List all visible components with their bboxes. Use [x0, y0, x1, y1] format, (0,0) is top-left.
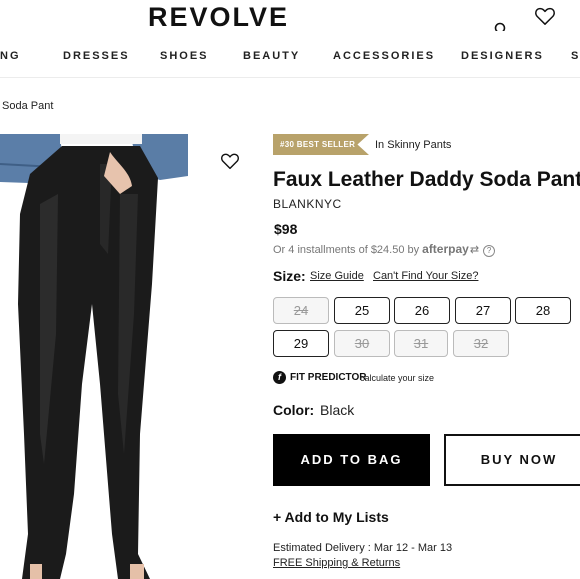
- size-guide-link[interactable]: Size Guide: [310, 270, 364, 282]
- fit-predictor-link[interactable]: calculate your size: [360, 373, 434, 383]
- help-icon[interactable]: ?: [483, 245, 496, 257]
- nav-item-sale[interactable]: S: [571, 50, 580, 62]
- fit-predictor-label[interactable]: FIT PREDICTOR: [290, 372, 366, 383]
- size-option-28[interactable]: 28: [515, 297, 571, 324]
- size-option-25[interactable]: 25: [334, 297, 390, 324]
- installments-text: Or 4 installments of $24.50 by: [273, 244, 420, 256]
- fit-predictor-icon: f: [273, 371, 286, 384]
- add-to-bag-button[interactable]: ADD TO BAG: [273, 434, 430, 486]
- size-option-29[interactable]: 29: [273, 330, 329, 357]
- nav-item-dresses[interactable]: DRESSES: [63, 50, 130, 62]
- afterpay-logo: afterpay: [422, 242, 469, 256]
- add-to-my-lists-button[interactable]: + Add to My Lists: [273, 509, 389, 525]
- size-option-27[interactable]: 27: [455, 297, 511, 324]
- afterpay-arrows-icon: ⇄: [469, 244, 480, 256]
- size-option-32[interactable]: 32: [453, 330, 509, 357]
- product-image[interactable]: [0, 134, 188, 579]
- revolve-logo[interactable]: REVOLVE: [148, 2, 289, 33]
- color-label: Color:: [273, 402, 315, 418]
- favorite-heart-icon[interactable]: [220, 152, 240, 170]
- nav-item-accessories[interactable]: ACCESSORIES: [333, 50, 435, 62]
- breadcrumb[interactable]: Soda Pant: [2, 100, 53, 112]
- size-option-31[interactable]: 31: [394, 330, 448, 357]
- best-seller-badge: #30 BEST SELLER: [273, 134, 369, 155]
- cant-find-size-link[interactable]: Can't Find Your Size?: [373, 270, 478, 282]
- nav-item-clothing[interactable]: NG: [0, 50, 21, 62]
- size-option-24[interactable]: 24: [273, 297, 329, 324]
- size-option-30[interactable]: 30: [334, 330, 390, 357]
- size-label: Size:: [273, 268, 306, 284]
- product-price: $98: [274, 221, 298, 237]
- nav-item-beauty[interactable]: BEAUTY: [243, 50, 300, 62]
- nav-item-designers[interactable]: DESIGNERS: [461, 50, 544, 62]
- estimated-delivery: Estimated Delivery : Mar 12 - Mar 13: [273, 542, 453, 554]
- buy-now-button[interactable]: BUY NOW: [444, 434, 580, 486]
- brand-name-link[interactable]: BLANKNYC: [273, 197, 342, 211]
- product-title: Faux Leather Daddy Soda Pant: [273, 168, 580, 191]
- heart-icon[interactable]: [534, 6, 556, 26]
- nav-divider: [0, 77, 580, 78]
- best-seller-category-link[interactable]: In Skinny Pants: [375, 139, 451, 151]
- free-shipping-link[interactable]: FREE Shipping & Returns: [273, 557, 400, 569]
- search-icon[interactable]: [494, 19, 506, 31]
- size-option-26[interactable]: 26: [394, 297, 450, 324]
- nav-item-shoes[interactable]: SHOES: [160, 50, 209, 62]
- color-value: Black: [320, 402, 355, 418]
- installments-info: Or 4 installments of $24.50 by afterpay⇄?: [273, 242, 496, 257]
- main-nav: NG DRESSES SHOES BEAUTY ACCESSORIES DESI…: [0, 50, 580, 68]
